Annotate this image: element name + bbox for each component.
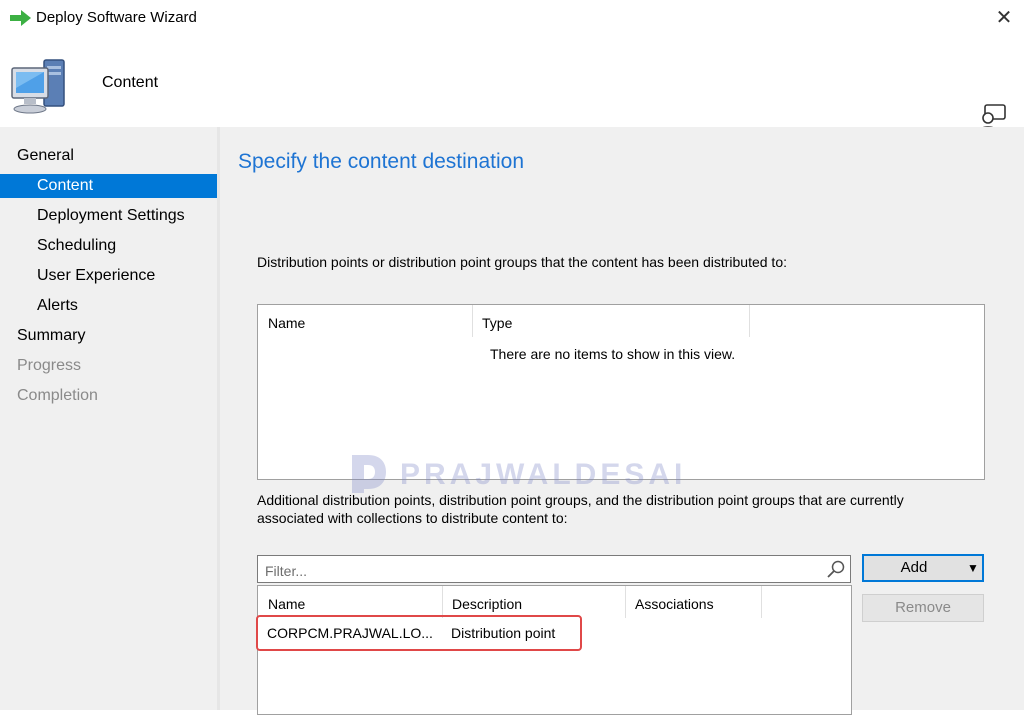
nav-item-progress: Progress <box>17 357 82 374</box>
column-header-type[interactable]: Type <box>472 305 750 337</box>
page-title: Content <box>102 74 159 91</box>
distributed-list[interactable]: Name Type There are no items to show in … <box>257 304 985 480</box>
filter-box[interactable] <box>257 555 851 583</box>
column-header-associations[interactable]: Associations <box>625 586 761 618</box>
nav-item-scheduling[interactable]: Scheduling <box>0 234 217 258</box>
distributed-label: Distribution points or distribution poin… <box>257 254 787 270</box>
chevron-down-icon: ▼ <box>967 561 979 575</box>
wizard-header: Content <box>0 36 1024 134</box>
wizard-nav: General Content Deployment Settings Sche… <box>0 127 217 710</box>
title-bar: Deploy Software Wizard ✕ <box>0 0 1024 36</box>
add-button[interactable]: Add ▼ <box>862 554 984 582</box>
additional-label-line1: Additional distribution points, distribu… <box>257 492 904 508</box>
computer-icon <box>11 59 65 114</box>
green-arrow-icon <box>10 10 31 26</box>
nav-item-general[interactable]: General <box>0 144 217 168</box>
nav-item-summary[interactable]: Summary <box>0 324 217 348</box>
nav-item-alerts[interactable]: Alerts <box>0 294 217 318</box>
window-title: Deploy Software Wizard <box>36 9 197 26</box>
column-header-name[interactable]: Name <box>258 305 472 337</box>
column-separator <box>761 586 762 618</box>
highlight-annotation <box>256 615 582 651</box>
nav-item-deployment-settings[interactable]: Deployment Settings <box>0 204 217 228</box>
column-header-description[interactable]: Description <box>442 586 625 618</box>
nav-item-user-experience[interactable]: User Experience <box>0 264 217 288</box>
add-button-label: Add <box>900 559 928 576</box>
remove-button: Remove <box>862 594 984 622</box>
main-content: Specify the content destination Distribu… <box>220 127 1024 715</box>
column-header-name[interactable]: Name <box>258 586 442 618</box>
filter-input[interactable] <box>263 559 827 583</box>
additional-label-line2: associated with collections to distribut… <box>257 510 568 526</box>
search-icon[interactable] <box>826 559 846 579</box>
close-button[interactable]: ✕ <box>990 4 1018 32</box>
empty-list-message: There are no items to show in this view. <box>490 346 736 362</box>
content-heading: Specify the content destination <box>238 150 525 173</box>
nav-item-completion: Completion <box>17 387 98 404</box>
nav-item-content[interactable]: Content <box>0 174 217 198</box>
column-separator <box>749 305 750 337</box>
